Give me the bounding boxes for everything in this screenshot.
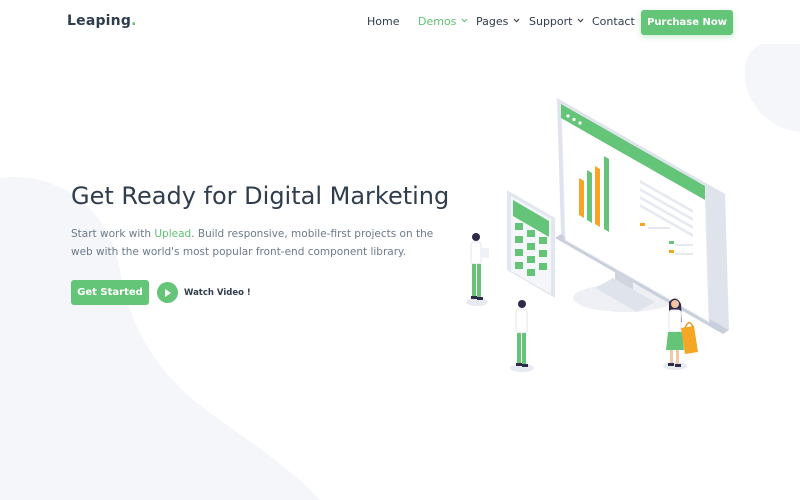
nav-item-contact[interactable]: Contact <box>592 15 635 28</box>
nav-item-label: Pages <box>476 15 509 28</box>
nav-item-label: Contact <box>592 15 635 28</box>
hero-section: Get Ready for Digital Marketing Start wo… <box>71 178 481 261</box>
chevron-down-icon <box>461 17 468 24</box>
hero-desc-text: Start work with <box>71 228 155 240</box>
nav-item-demos[interactable]: Demos <box>418 15 468 28</box>
hero-illustration <box>466 98 729 372</box>
hero-description: Start work with Uplead. Build responsive… <box>71 225 451 261</box>
nav-item-label: Home <box>367 15 400 28</box>
nav-item-support[interactable]: Support <box>529 15 584 28</box>
nav-item-label: Support <box>529 15 573 28</box>
get-started-button[interactable]: Get Started <box>71 280 149 305</box>
purchase-now-button[interactable]: Purchase Now <box>641 10 733 35</box>
uplead-link[interactable]: Uplead <box>154 228 191 240</box>
chevron-down-icon <box>513 17 520 24</box>
nav-item-home[interactable]: Home <box>367 15 399 28</box>
play-video-button[interactable] <box>157 282 178 303</box>
hero-title: Get Ready for Digital Marketing <box>71 182 450 210</box>
play-icon <box>165 289 171 297</box>
site-header: Leaping. Home Demos Pages Support Contac… <box>0 0 800 44</box>
nav-item-pages[interactable]: Pages <box>476 15 520 28</box>
person-figure <box>515 300 528 367</box>
calculator <box>507 190 555 298</box>
nav-item-label: Demos <box>418 15 457 28</box>
chevron-down-icon <box>577 17 584 24</box>
watch-video-link[interactable]: Watch Video ! <box>184 288 251 298</box>
